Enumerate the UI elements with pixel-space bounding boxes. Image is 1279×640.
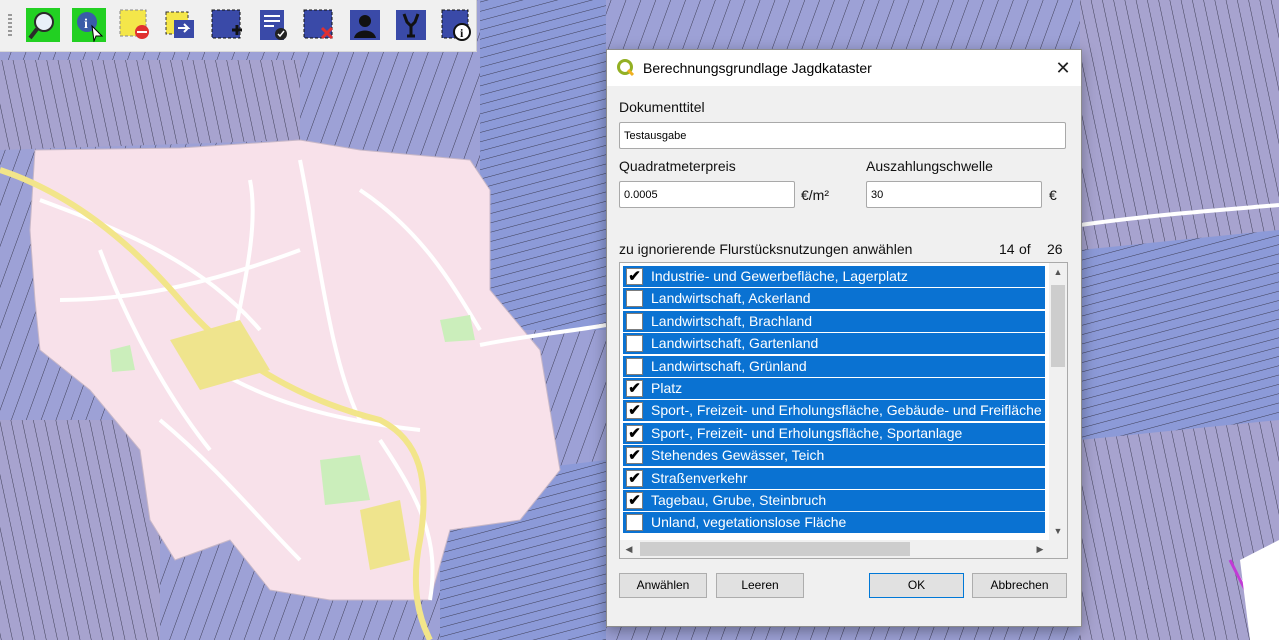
clear-button[interactable]: Leeren (716, 573, 804, 598)
doc-title-input[interactable] (619, 122, 1066, 149)
dialog-title: Berechnungsgrundlage Jagdkataster (643, 60, 872, 76)
item-checkbox[interactable] (626, 514, 643, 532)
close-icon[interactable]: ✕ (1049, 54, 1077, 82)
scroll-down-icon[interactable]: ▼ (1049, 522, 1067, 540)
hscroll-thumb[interactable] (640, 542, 910, 556)
item-label: Sport-, Freizeit- und Erholungsfläche, S… (651, 424, 963, 441)
list-item[interactable]: ✔ Stehendes Gewässer, Teich (623, 445, 1045, 467)
ignore-usages-label: zu ignorierende Flurstücksnutzungen anwä… (619, 241, 913, 257)
select-all-button[interactable]: Anwählen (619, 573, 707, 598)
deselect-icon[interactable] (118, 8, 152, 42)
item-checkbox[interactable]: ✔ (626, 268, 643, 285)
scroll-corner (1049, 540, 1067, 558)
item-label: Landwirtschaft, Gartenland (651, 335, 819, 352)
usage-list[interactable]: ✔ Industrie- und Gewerbefläche, Lagerplat… (619, 262, 1068, 559)
dialog-titlebar[interactable]: Berechnungsgrundlage Jagdkataster ✕ (607, 50, 1081, 86)
add-feature-icon[interactable] (210, 8, 244, 42)
list-item[interactable]: ✔ Platz (623, 378, 1045, 399)
item-checkbox[interactable] (626, 312, 643, 330)
list-item[interactable]: ✔ Straßenverkehr (623, 467, 1045, 489)
item-label: Unland, vegetationslose Fläche (651, 514, 847, 531)
list-item[interactable]: ✔ Sport-, Freizeit- und Erholungsfläche, … (623, 400, 1055, 422)
item-checkbox[interactable]: ✔ (626, 380, 643, 397)
zoom-select-icon[interactable] (26, 8, 60, 42)
item-label: Straßenverkehr (651, 469, 748, 486)
threshold-input[interactable] (866, 181, 1042, 208)
scroll-left-icon[interactable]: ◀ (620, 540, 638, 558)
scroll-right-icon[interactable]: ▶ (1031, 540, 1049, 558)
map-toolbar: i i (0, 0, 477, 52)
hunting-icon[interactable] (394, 8, 428, 42)
item-label: Landwirtschaft, Grünland (651, 357, 807, 374)
list-item[interactable]: ✔ Tagebau, Grube, Steinbruch (623, 490, 1045, 511)
item-checkbox[interactable]: ✔ (626, 447, 643, 465)
item-checkbox[interactable]: ✔ (626, 469, 643, 487)
item-label: Tagebau, Grube, Steinbruch (651, 492, 827, 508)
move-selection-icon[interactable] (164, 8, 198, 42)
item-label: Landwirtschaft, Ackerland (651, 290, 811, 307)
price-label: Quadratmeterpreis (619, 158, 736, 174)
list-item[interactable]: Landwirtschaft, Ackerland (623, 288, 1045, 310)
price-unit: €/m² (801, 187, 829, 203)
toolbar-grip[interactable] (8, 14, 12, 38)
item-checkbox[interactable]: ✔ (626, 492, 643, 509)
jagdkataster-dialog: Berechnungsgrundlage Jagdkataster ✕ Doku… (606, 49, 1082, 627)
item-label: Stehendes Gewässer, Teich (651, 447, 825, 464)
horizontal-scrollbar[interactable]: ◀ ▶ (620, 540, 1049, 558)
vertical-scrollbar[interactable]: ▲ ▼ (1049, 263, 1067, 540)
count-of-label: of (1019, 241, 1031, 257)
owner-icon[interactable] (348, 8, 382, 42)
item-label: Industrie- und Gewerbefläche, Lagerplatz (651, 268, 908, 284)
list-item[interactable]: Landwirtschaft, Grünland (623, 355, 1045, 377)
list-item[interactable]: ✔ Sport-, Freizeit- und Erholungsfläche, … (623, 422, 1045, 444)
list-item[interactable]: Landwirtschaft, Gartenland (623, 333, 1045, 355)
report-icon[interactable] (256, 8, 290, 42)
threshold-label: Auszahlungschwelle (866, 158, 993, 174)
item-checkbox[interactable]: ✔ (626, 424, 643, 442)
identify-icon[interactable]: i (72, 8, 106, 42)
scroll-thumb[interactable] (1051, 285, 1065, 367)
item-label: Platz (651, 380, 683, 396)
item-checkbox[interactable] (626, 335, 643, 353)
item-checkbox[interactable] (626, 357, 643, 375)
item-checkbox[interactable]: ✔ (626, 402, 643, 420)
remove-feature-icon[interactable] (302, 8, 336, 42)
threshold-unit: € (1049, 187, 1057, 203)
cancel-button[interactable]: Abbrechen (972, 573, 1067, 598)
info-icon[interactable]: i (440, 8, 474, 42)
ok-button[interactable]: OK (869, 573, 964, 598)
list-item[interactable]: Unland, vegetationslose Fläche (623, 512, 1045, 534)
list-item[interactable]: ✔ Industrie- und Gewerbefläche, Lagerplat… (623, 266, 1045, 287)
item-label: Landwirtschaft, Brachland (651, 312, 813, 329)
total-count: 26 (1047, 241, 1063, 257)
selected-count: 14 (999, 241, 1015, 257)
price-input[interactable] (619, 181, 795, 208)
doc-title-label: Dokumenttitel (619, 99, 705, 115)
list-item[interactable]: Landwirtschaft, Brachland (623, 310, 1045, 332)
svg-text:i: i (84, 17, 88, 32)
item-checkbox[interactable] (626, 290, 643, 308)
scroll-up-icon[interactable]: ▲ (1049, 263, 1067, 281)
qgis-logo-icon (617, 59, 635, 77)
item-label: Sport-, Freizeit- und Erholungsfläche, G… (651, 402, 1055, 419)
